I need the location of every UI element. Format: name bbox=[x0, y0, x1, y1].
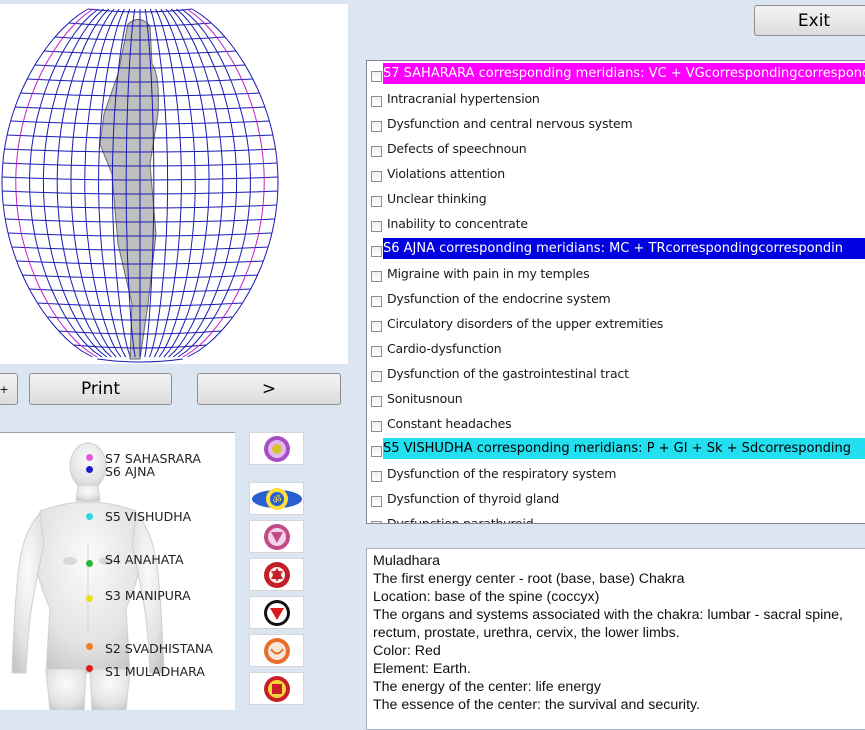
ajna-symbol-icon[interactable]: ॐ bbox=[249, 482, 304, 515]
symptom-checkbox[interactable] bbox=[371, 496, 382, 507]
anahata-symbol-icon[interactable] bbox=[249, 558, 304, 591]
symptom-row[interactable]: Cardio-dysfunction bbox=[367, 338, 865, 359]
print-button[interactable]: Print bbox=[29, 373, 172, 405]
zoom-in-button[interactable]: + bbox=[0, 373, 18, 405]
symptom-text: Defects of speechnoun bbox=[387, 141, 527, 156]
symptom-row[interactable]: Sonitusnoun bbox=[367, 388, 865, 409]
symptom-checkbox[interactable] bbox=[371, 296, 382, 307]
description-line: rectum, prostate, urethra, cervix, the l… bbox=[373, 625, 680, 641]
symptom-checkbox[interactable] bbox=[371, 521, 382, 523]
symptom-text: Dysfunction and central nervous system bbox=[387, 116, 633, 131]
chakra-dot-s4[interactable] bbox=[86, 560, 93, 567]
symptom-text: Dysfunction of the respiratory system bbox=[387, 466, 617, 481]
chakra-label-s1[interactable]: S1 MULADHARA bbox=[105, 664, 205, 679]
symptom-row[interactable]: Defects of speechnoun bbox=[367, 138, 865, 159]
symptom-row[interactable]: Circulatory disorders of the upper extre… bbox=[367, 313, 865, 334]
symptom-row[interactable]: Inability to concentrate bbox=[367, 213, 865, 234]
symptom-row[interactable]: Dysfunction of the endocrine system bbox=[367, 288, 865, 309]
symptom-text: Cardio-dysfunction bbox=[387, 341, 502, 356]
symptom-checkbox[interactable] bbox=[371, 271, 382, 282]
sahasrara-symbol-icon[interactable] bbox=[249, 432, 304, 465]
chakra-dot-s2[interactable] bbox=[86, 643, 93, 650]
chakra-dot-s5[interactable] bbox=[86, 513, 93, 520]
description-line: Location: base of the spine (coccyx) bbox=[373, 589, 600, 605]
chakra-header-text: S6 AJNA corresponding meridians: MC + TR… bbox=[383, 238, 865, 259]
chakra-label-s2[interactable]: S2 SVADHISTANA bbox=[105, 641, 213, 656]
description-line: The first energy center - root (base, ba… bbox=[373, 571, 685, 587]
symptom-text: Dysfunction of thyroid gland bbox=[387, 491, 560, 506]
symptom-text: Dysfunction of the gastrointestinal trac… bbox=[387, 366, 629, 381]
symptom-checkbox[interactable] bbox=[371, 121, 382, 132]
symptom-checkbox[interactable] bbox=[371, 346, 382, 357]
manipura-symbol-icon[interactable] bbox=[249, 596, 304, 629]
symptom-text: Circulatory disorders of the upper extre… bbox=[387, 316, 664, 331]
description-line: Muladhara bbox=[373, 553, 441, 569]
body-3d-viewer[interactable] bbox=[0, 4, 348, 364]
symptom-checkbox[interactable] bbox=[371, 471, 382, 482]
symptom-checkbox[interactable] bbox=[371, 71, 382, 82]
symptom-checkbox[interactable] bbox=[371, 146, 382, 157]
description-line: The energy of the center: life energy bbox=[373, 679, 601, 695]
symptom-checkbox[interactable] bbox=[371, 421, 382, 432]
symptom-text: Unclear thinking bbox=[387, 191, 487, 206]
description-line: Element: Earth. bbox=[373, 661, 471, 677]
symptom-row[interactable]: Unclear thinking bbox=[367, 188, 865, 209]
symptom-row[interactable]: Dysfunction parathyroid bbox=[367, 513, 865, 524]
symptom-text: Inability to concentrate bbox=[387, 216, 528, 231]
symptom-row[interactable]: Dysfunction of the gastrointestinal trac… bbox=[367, 363, 865, 384]
symptom-text: Dysfunction of the endocrine system bbox=[387, 291, 611, 306]
description-line: The essence of the center: the survival … bbox=[373, 697, 701, 713]
chakra-header-row[interactable]: S7 SAHARARA corresponding meridians: VC … bbox=[367, 63, 865, 84]
symptom-checkbox[interactable] bbox=[371, 396, 382, 407]
symptom-checkbox[interactable] bbox=[371, 196, 382, 207]
chakra-dot-s1[interactable] bbox=[86, 665, 93, 672]
description-line: The organs and systems associated with t… bbox=[373, 607, 843, 623]
symptom-checkbox[interactable] bbox=[371, 321, 382, 332]
symptom-checklist[interactable]: S7 SAHARARA corresponding meridians: VC … bbox=[366, 60, 865, 524]
chakra-label-s3[interactable]: S3 MANIPURA bbox=[105, 588, 191, 603]
symptom-text: Constant headaches bbox=[387, 416, 512, 431]
chakra-label-s4[interactable]: S4 ANAHATA bbox=[105, 552, 184, 567]
chakra-header-text: S5 VISHUDHA corresponding meridians: P +… bbox=[383, 438, 865, 459]
exit-button[interactable]: Exit bbox=[754, 5, 865, 36]
symptom-row[interactable]: Constant headaches bbox=[367, 413, 865, 434]
symptom-checkbox[interactable] bbox=[371, 446, 382, 457]
symptom-checkbox[interactable] bbox=[371, 171, 382, 182]
chakra-description-panel: Muladhara The first energy center - root… bbox=[366, 548, 865, 730]
symptom-row[interactable]: Migraine with pain in my temples bbox=[367, 263, 865, 284]
description-line: Color: Red bbox=[373, 643, 441, 659]
chakra-header-text: S7 SAHARARA corresponding meridians: VC … bbox=[383, 63, 865, 84]
muladhara-symbol-icon[interactable] bbox=[249, 672, 304, 705]
chakra-dot-s6[interactable] bbox=[86, 466, 93, 473]
vishudha-symbol-icon[interactable] bbox=[249, 520, 304, 553]
symptom-text: Intracranial hypertension bbox=[387, 91, 540, 106]
symptom-checkbox[interactable] bbox=[371, 96, 382, 107]
symptom-checkbox[interactable] bbox=[371, 221, 382, 232]
wireframe-body-model bbox=[1, 8, 279, 363]
chakra-dot-s7[interactable] bbox=[86, 454, 93, 461]
chakra-label-s6[interactable]: S6 AJNA bbox=[105, 464, 155, 479]
symptom-text: Migraine with pain in my temples bbox=[387, 266, 590, 281]
chakra-body-map: S7 SAHASRARA S6 AJNA S5 VISHUDHA S4 ANAH… bbox=[0, 432, 235, 710]
symptom-row[interactable]: Dysfunction of thyroid gland bbox=[367, 488, 865, 509]
chakra-label-s5[interactable]: S5 VISHUDHA bbox=[105, 509, 191, 524]
symptom-row[interactable]: Dysfunction and central nervous system bbox=[367, 113, 865, 134]
svg-text:ॐ: ॐ bbox=[272, 494, 281, 506]
next-button[interactable]: > bbox=[197, 373, 341, 405]
symptom-row[interactable]: Violations attention bbox=[367, 163, 865, 184]
chakra-header-row[interactable]: S6 AJNA corresponding meridians: MC + TR… bbox=[367, 238, 865, 259]
symptom-text: Sonitusnoun bbox=[387, 391, 463, 406]
chakra-dot-s3[interactable] bbox=[86, 595, 93, 602]
symptom-row[interactable]: Dysfunction of the respiratory system bbox=[367, 463, 865, 484]
svadhistana-symbol-icon[interactable] bbox=[249, 634, 304, 667]
symptom-text: Violations attention bbox=[387, 166, 505, 181]
symptom-checkbox[interactable] bbox=[371, 371, 382, 382]
symptom-checkbox[interactable] bbox=[371, 246, 382, 257]
symptom-row[interactable]: Intracranial hypertension bbox=[367, 88, 865, 109]
chakra-header-row[interactable]: S5 VISHUDHA corresponding meridians: P +… bbox=[367, 438, 865, 459]
symptom-text: Dysfunction parathyroid bbox=[387, 516, 534, 524]
